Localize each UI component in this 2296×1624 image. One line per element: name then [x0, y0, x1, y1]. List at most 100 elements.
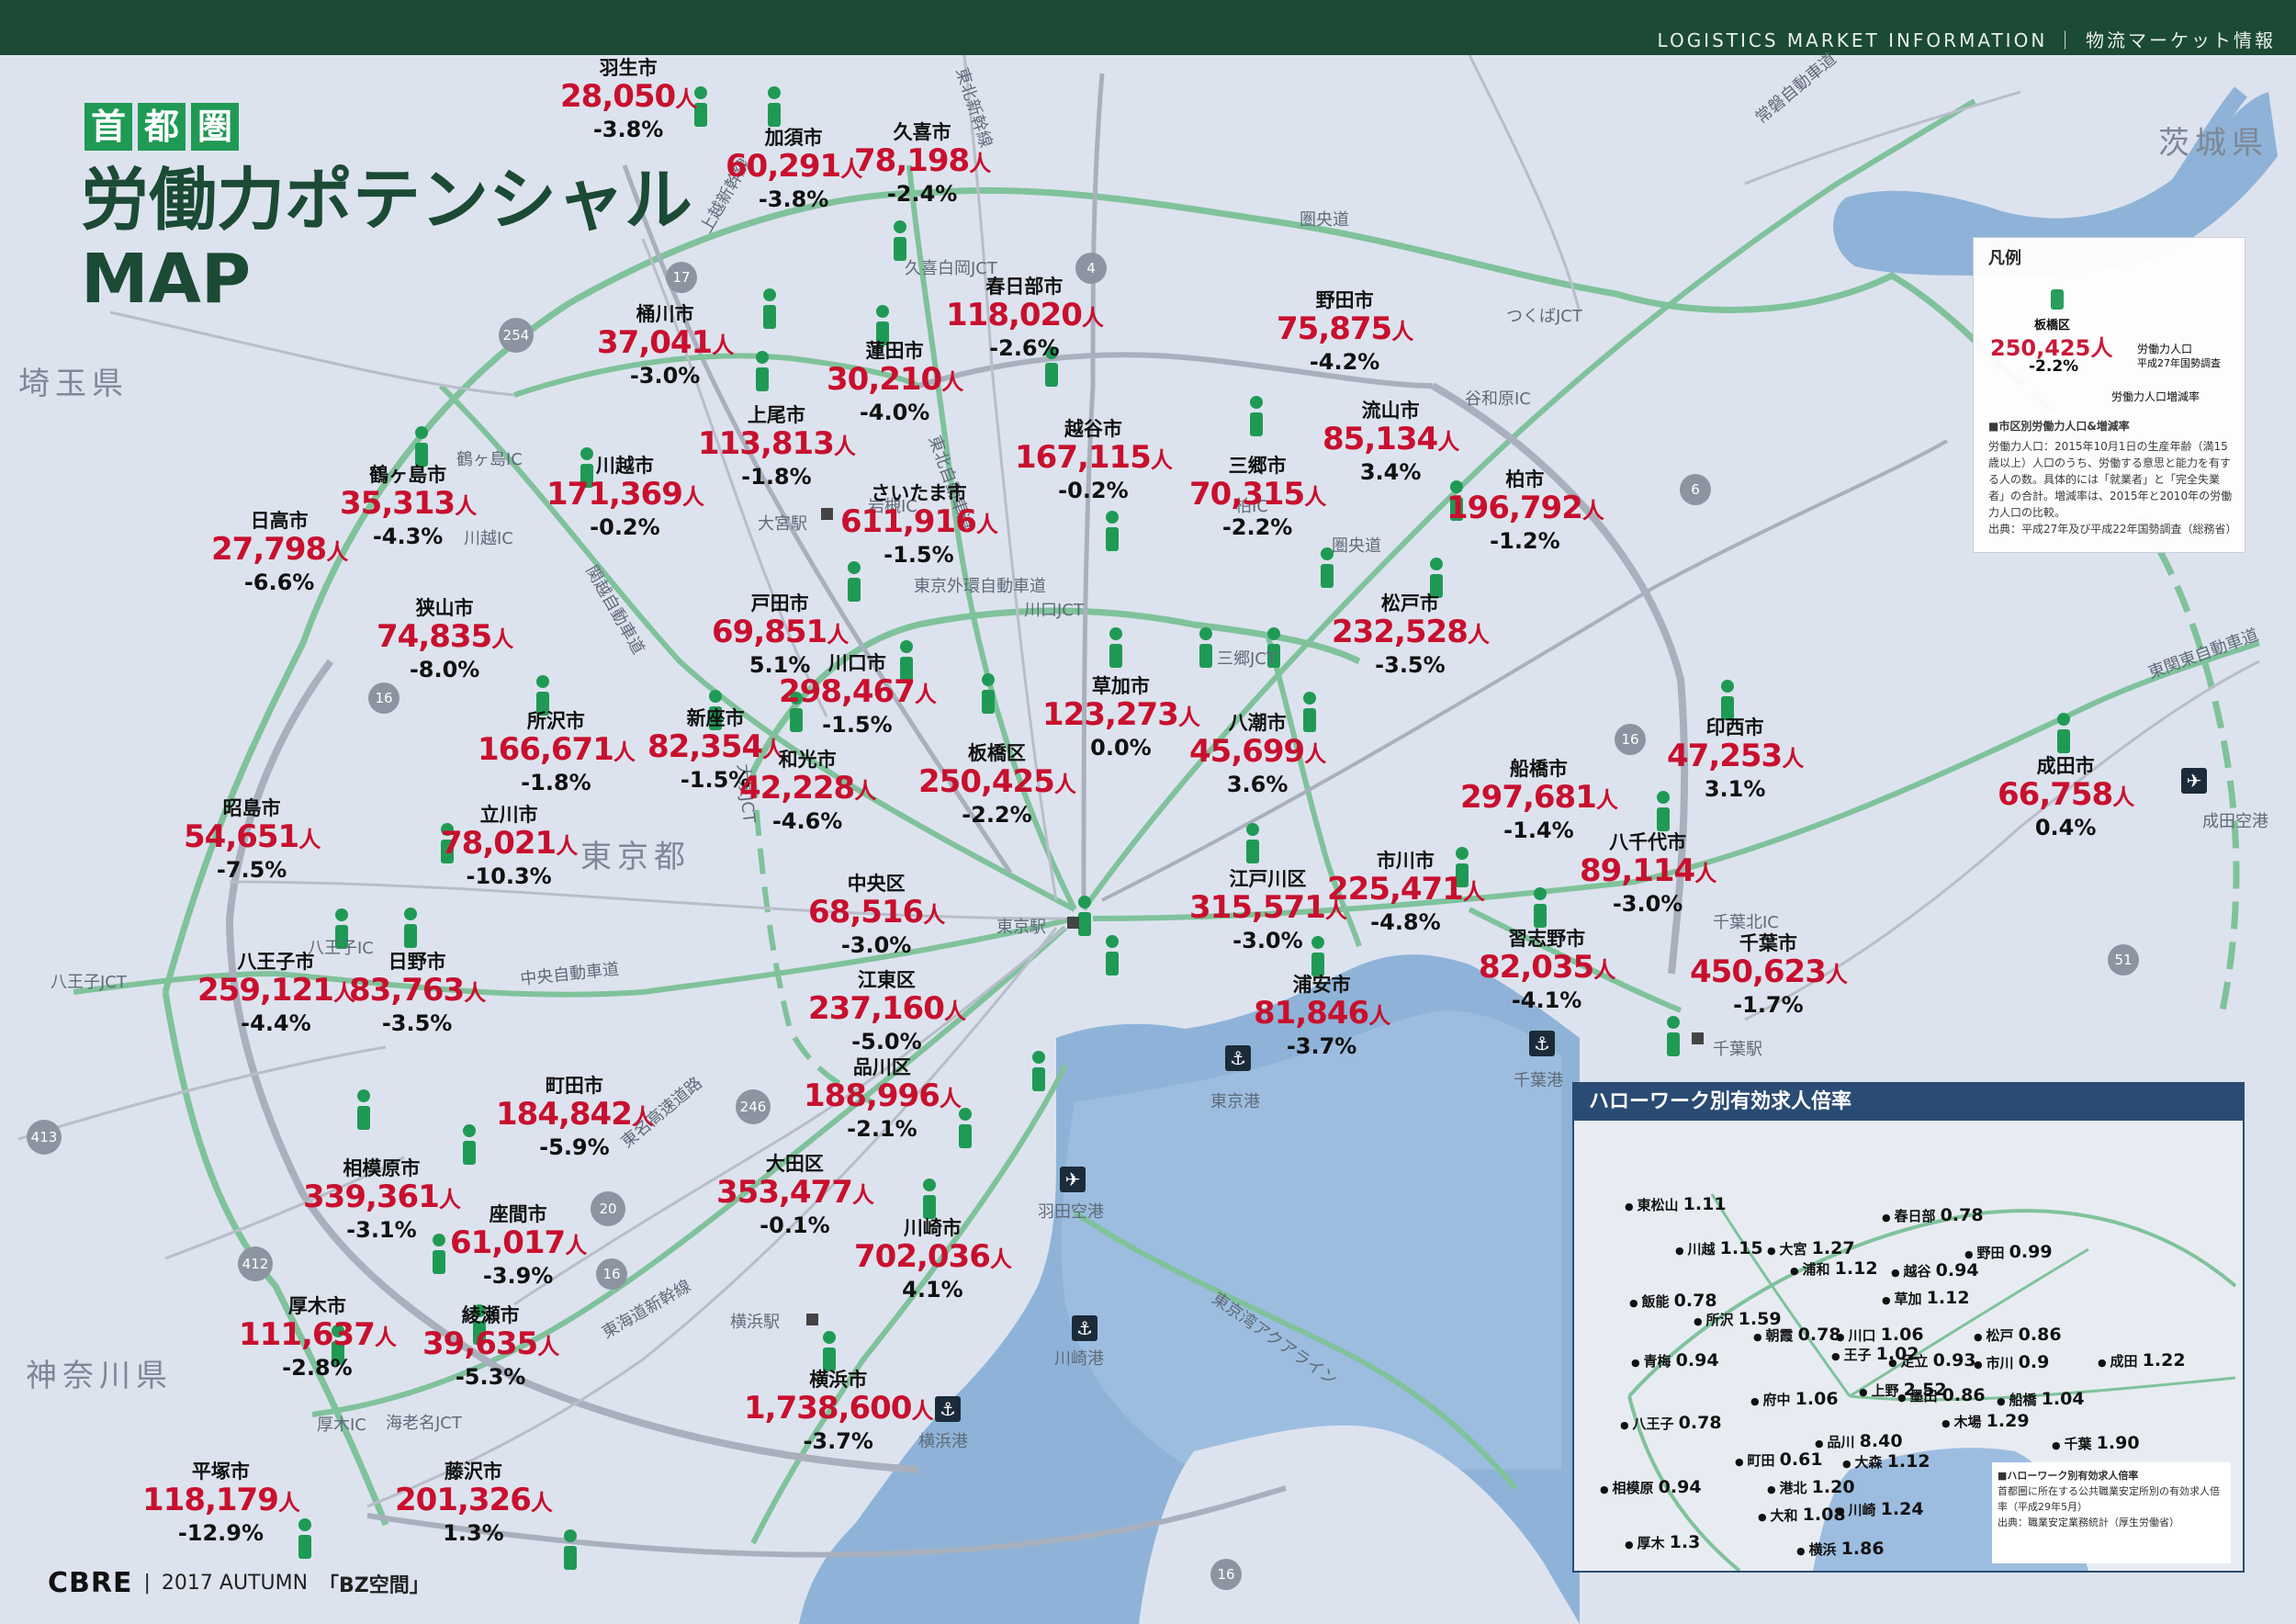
rate-dot-icon: ●: [1600, 1483, 1613, 1495]
inset-note-title: ■ハローワーク別有効求人倍率: [1998, 1470, 2139, 1482]
city-population: 82,035人: [1479, 949, 1615, 986]
rate-office-name: 市川: [1986, 1355, 2019, 1371]
place-label: 大宮駅: [758, 514, 807, 534]
population-unit: 人: [1581, 498, 1604, 524]
rate-office-name: 飯能: [1641, 1293, 1674, 1310]
place-label: 川口JCT: [1024, 601, 1084, 620]
city-change-rate: -2.8%: [282, 1355, 353, 1381]
inset-rate: ● 飯能 0.78: [1629, 1291, 1717, 1311]
inset-rate: ● 墨田 0.86: [1897, 1385, 1986, 1405]
rate-office-name: 川口: [1848, 1327, 1881, 1344]
city-change-rate: -2.6%: [989, 335, 1060, 361]
place-label: 厚木IC: [317, 1415, 366, 1435]
city-label: 鶴ヶ島市 35,313人 -4.3%: [340, 464, 477, 549]
rate-office-name: 大森: [1854, 1454, 1887, 1471]
city-name: 八千代市: [1609, 831, 1687, 853]
city-name: 綾瀬市: [461, 1304, 520, 1326]
svg-text:⚓: ⚓: [1534, 1032, 1550, 1054]
inset-rate: ● 川口 1.06: [1836, 1325, 1924, 1345]
place-label: 千葉港: [1514, 1071, 1563, 1090]
place-label: 千葉北IC: [1713, 913, 1779, 932]
city-population: 113,813人: [698, 425, 856, 462]
city-name: 川崎市: [903, 1217, 962, 1239]
city-change-rate: -10.3%: [466, 863, 552, 889]
city-change-rate: 0.4%: [2034, 815, 2097, 840]
city-change-rate: -4.6%: [771, 808, 843, 834]
city-name: 昭島市: [222, 797, 281, 819]
svg-text:✈: ✈: [1065, 1168, 1081, 1190]
inset-rate: ● 木場 1.29: [1941, 1411, 2030, 1431]
city-name: 習志野市: [1508, 928, 1586, 950]
rate-office-name: 松戸: [1986, 1327, 2019, 1344]
population-unit: 人: [1467, 622, 1490, 648]
svg-text:6: 6: [1691, 481, 1700, 498]
city-name: 八王子市: [237, 951, 315, 973]
city-name: 中央区: [847, 873, 906, 895]
city-label: 立川市 78,021人 -10.3%: [441, 804, 578, 889]
rate-dot-icon: ●: [1675, 1245, 1688, 1257]
rate-dot-icon: ●: [1631, 1357, 1644, 1369]
rate-office-name: 野田: [1976, 1245, 2009, 1261]
rate-value: 0.78: [1797, 1325, 1841, 1345]
place-label: 横浜駅: [730, 1313, 780, 1332]
city-population: 118,020人: [946, 297, 1104, 333]
inset-rate: ● 八王子 0.78: [1620, 1413, 1722, 1433]
city-change-rate: -3.8%: [592, 117, 664, 142]
rate-office-name: 府中: [1762, 1392, 1795, 1408]
inset-note: ■ハローワーク別有効求人倍率 首都圏に所在する公共職業安定所別の有効求人倍率（平…: [1992, 1462, 2231, 1563]
svg-text:4: 4: [1086, 260, 1096, 276]
title-badge-char: 圏: [191, 103, 239, 151]
route-413: [17, 1045, 387, 1141]
city-label: 狭山市 74,835人 -8.0%: [377, 597, 513, 682]
legend-sample-chg: -2.2%: [2029, 357, 2079, 376]
inset-rate: ● 朝霞 0.78: [1753, 1325, 1841, 1345]
city-population: 69,851人: [712, 614, 849, 650]
rate-dot-icon: ●: [1735, 1456, 1748, 1468]
city-change-rate: -3.5%: [381, 1010, 453, 1036]
city-population: 54,651人: [184, 818, 321, 855]
rate-value: 0.86: [1941, 1385, 1986, 1405]
city-population: 225,471人: [1327, 871, 1485, 908]
rate-dot-icon: ●: [1620, 1419, 1633, 1431]
place-label: 千葉駅: [1713, 1040, 1762, 1059]
city-label: 中央区 68,516人 -3.0%: [808, 873, 945, 958]
city-population: 232,528人: [1332, 614, 1490, 650]
city-population: 123,273人: [1042, 696, 1200, 733]
city-change-rate: -0.2%: [1058, 478, 1129, 503]
city-change-rate: -2.2%: [962, 802, 1032, 828]
city-name: 久喜市: [893, 121, 951, 143]
city-name: 蓮田市: [865, 340, 924, 362]
city-label: 春日部市 118,020人 -2.6%: [946, 276, 1104, 361]
city-population: 315,571人: [1189, 889, 1347, 926]
city-population: 39,635人: [422, 1325, 559, 1362]
city-name: 立川市: [479, 804, 538, 826]
city-name: さいたま市: [871, 482, 967, 504]
city-label: 川口市 298,467人 -1.5%: [779, 652, 937, 738]
city-population: 118,179人: [142, 1482, 300, 1518]
population-unit: 人: [464, 980, 486, 1006]
city-label: 横浜市 1,738,600人 -3.7%: [744, 1369, 933, 1454]
rate-office-name: 越谷: [1903, 1263, 1936, 1280]
city-population: 111,637人: [239, 1316, 397, 1353]
city-change-rate: -3.8%: [758, 186, 829, 212]
inset-rate: ● 市川 0.9: [1974, 1352, 2049, 1372]
city-name: 横浜市: [809, 1369, 868, 1391]
city-label: 川越市 171,369人 -0.2%: [546, 455, 704, 540]
rate-office-name: 港北: [1779, 1480, 1812, 1496]
city-population: 47,253人: [1667, 738, 1804, 774]
rate-dot-icon: ●: [1767, 1245, 1780, 1257]
city-population: 297,681人: [1460, 779, 1618, 816]
city-population: 167,115人: [1015, 439, 1173, 476]
city-population: 66,758人: [1998, 776, 2134, 813]
rate-value: 1.90: [2096, 1433, 2140, 1453]
city-label: 久喜市 78,198人 -2.4%: [854, 121, 991, 207]
rate-office-name: 厚木: [1637, 1535, 1670, 1551]
city-population: 70,315人: [1189, 476, 1326, 513]
city-population: 298,467人: [779, 673, 937, 710]
city-change-rate: -1.8%: [521, 770, 591, 795]
population-unit: 人: [1304, 484, 1326, 510]
city-label: 江東区 237,160人 -5.0%: [808, 969, 966, 1054]
prefecture-label: 神奈川県: [26, 1358, 173, 1394]
city-name: 相模原市: [343, 1157, 421, 1179]
city-name: 町田市: [545, 1075, 603, 1097]
